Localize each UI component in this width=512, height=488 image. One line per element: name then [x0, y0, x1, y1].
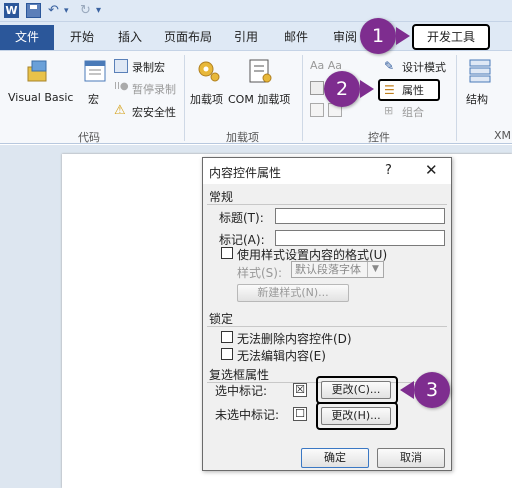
visual-basic-button[interactable]: Visual Basic — [8, 91, 73, 104]
new-style-button[interactable]: 新建样式(N)... — [237, 284, 349, 302]
record-macro-icon — [114, 59, 128, 73]
unchecked-symbol-preview: ☐ — [293, 407, 307, 421]
tag-input[interactable] — [275, 230, 445, 246]
redo-icon[interactable]: ↻ — [80, 3, 91, 18]
content-control-properties-dialog: 内容控件属性 ? ✕ 常规 标题(T): 标记(A): 使用样式设置内容的格式(… — [202, 157, 452, 471]
ribbon-tabs: 文件 开始 插入 页面布局 引用 邮件 审阅 开发工具 — [0, 22, 512, 50]
cannot-delete-label: 无法删除内容控件(D) — [237, 332, 352, 346]
checked-symbol-label: 选中标记: — [215, 384, 268, 398]
callout-3: 3 — [414, 372, 450, 408]
warning-icon: ⚠ — [114, 103, 126, 118]
style-select[interactable]: 默认段落字体 ▼ — [291, 261, 384, 278]
quick-access-toolbar: W ↶ ▾ ↻ ▾ — [0, 0, 512, 22]
word-app-icon[interactable]: W — [4, 3, 19, 18]
locking-section-header: 锁定 — [209, 312, 234, 326]
group-button[interactable]: 组合 — [402, 104, 424, 120]
unchecked-symbol-label: 未选中标记: — [215, 408, 280, 422]
group-label-controls: 控件 — [368, 131, 390, 144]
tab-insert[interactable]: 插入 — [118, 28, 142, 45]
title-label: 标题(T): — [219, 211, 264, 225]
group-label-xml: XM — [494, 129, 512, 142]
close-icon[interactable]: ✕ — [425, 161, 438, 179]
macro-button[interactable]: 宏 — [88, 91, 99, 107]
callout-arrow — [360, 80, 374, 98]
dialog-title: 内容控件属性 — [209, 166, 282, 180]
checked-symbol-preview: ☒ — [293, 383, 307, 397]
cannot-edit-label: 无法编辑内容(E) — [237, 349, 326, 363]
picture-control-icon[interactable] — [310, 81, 324, 95]
style-label: 样式(S): — [237, 266, 283, 280]
callout-1: 1 — [360, 18, 396, 54]
combo-box-icon[interactable] — [310, 103, 324, 117]
visual-basic-icon — [27, 60, 47, 82]
ribbon-separator — [184, 55, 185, 141]
design-mode-icon: ✎ — [384, 59, 395, 73]
tab-home[interactable]: 开始 — [70, 28, 94, 45]
tab-developer[interactable]: 开发工具 — [412, 24, 490, 50]
cannot-delete-checkbox[interactable] — [221, 331, 233, 343]
ribbon-separator — [302, 55, 303, 141]
structure-icon — [469, 59, 491, 83]
tab-page-layout[interactable]: 页面布局 — [164, 28, 212, 45]
macro-icon — [84, 60, 106, 82]
tab-review[interactable]: 审阅 — [333, 28, 357, 45]
callout-arrow — [396, 27, 410, 45]
properties-button[interactable]: 属性 — [402, 82, 424, 98]
save-icon[interactable] — [26, 3, 41, 18]
customize-qat-icon[interactable]: ▾ — [96, 5, 101, 16]
text-control-icon[interactable]: Aa Aa — [310, 59, 342, 72]
ok-button[interactable]: 确定 — [301, 448, 369, 468]
dialog-titlebar[interactable]: 内容控件属性 ? ✕ — [203, 158, 451, 184]
tab-mailings[interactable]: 邮件 — [284, 28, 308, 45]
group-icon: ⊞ — [384, 104, 394, 117]
pause-icon: II● — [114, 81, 129, 92]
chevron-down-icon: ▼ — [367, 262, 383, 277]
title-input[interactable] — [275, 208, 445, 224]
use-style-checkbox[interactable] — [221, 247, 233, 259]
tab-file[interactable]: 文件 — [0, 25, 54, 50]
divider — [207, 204, 447, 205]
ribbon-developer: Visual Basic 宏 录制宏 II● 暂停录制 ⚠ 宏安全性 代码 加载… — [0, 50, 512, 144]
undo-dropdown-icon[interactable]: ▾ — [64, 6, 69, 16]
change-unchecked-button[interactable]: 更改(H)... — [321, 407, 391, 425]
com-addins-icon — [249, 59, 272, 83]
com-addins-button[interactable]: COM 加载项 — [228, 91, 290, 107]
structure-button[interactable]: 结构 — [466, 91, 488, 107]
properties-icon: ☰ — [384, 83, 395, 97]
callout-arrow — [400, 381, 414, 399]
undo-icon[interactable]: ↶ — [48, 3, 59, 18]
tab-references[interactable]: 引用 — [234, 28, 258, 45]
checkbox-properties-header: 复选框属性 — [209, 368, 270, 382]
change-checked-button[interactable]: 更改(C)... — [321, 381, 391, 399]
general-section-header: 常规 — [209, 190, 234, 204]
divider — [207, 326, 447, 327]
help-icon[interactable]: ? — [385, 163, 392, 178]
addins-gear-icon — [198, 61, 220, 82]
group-label-addins: 加载项 — [226, 131, 259, 144]
style-select-value: 默认段落字体 — [295, 263, 361, 276]
addins-button[interactable]: 加载项 — [190, 91, 223, 107]
pause-recording-button[interactable]: 暂停录制 — [132, 81, 176, 97]
design-mode-button[interactable]: 设计模式 — [402, 59, 446, 75]
record-macro-button[interactable]: 录制宏 — [132, 59, 165, 75]
cannot-edit-checkbox[interactable] — [221, 348, 233, 360]
cancel-button[interactable]: 取消 — [377, 448, 445, 468]
callout-2: 2 — [324, 71, 360, 107]
ribbon-separator — [456, 55, 457, 141]
macro-security-button[interactable]: 宏安全性 — [132, 104, 176, 120]
group-label-code: 代码 — [78, 131, 100, 144]
